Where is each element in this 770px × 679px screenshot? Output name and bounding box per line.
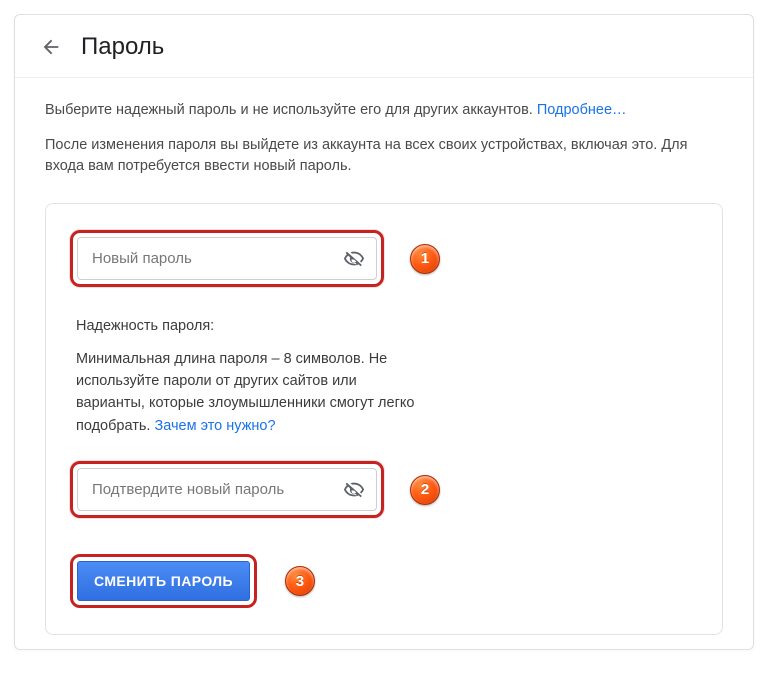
annotation-badge-2: 2 (410, 475, 440, 505)
intro-line-2: После изменения пароля вы выйдете из акк… (45, 135, 723, 177)
password-form: 1 Надежность пароля: Минимальная длина п… (45, 203, 723, 635)
learn-more-link[interactable]: Подробнее… (537, 102, 627, 118)
password-strength: Надежность пароля: Минимальная длина пар… (76, 315, 416, 437)
back-arrow-icon[interactable] (39, 35, 63, 59)
body: Выберите надежный пароль и не используйт… (15, 78, 753, 653)
confirm-password-input[interactable] (77, 468, 377, 511)
confirm-password-field-highlight (70, 461, 384, 518)
annotation-badge-3: 3 (285, 566, 315, 596)
strength-label: Надежность пароля: (76, 315, 416, 337)
new-password-field-highlight (70, 230, 384, 287)
intro-line-1: Выберите надежный пароль и не используйт… (45, 102, 537, 118)
eye-off-icon[interactable] (341, 246, 367, 272)
annotation-badge-1: 1 (410, 244, 440, 274)
submit-button-highlight: Сменить пароль (70, 554, 257, 608)
header: Пароль (15, 15, 753, 78)
intro-text: Выберите надежный пароль и не используйт… (45, 100, 723, 177)
change-password-button[interactable]: Сменить пароль (77, 561, 250, 601)
password-card: Пароль Выберите надежный пароль и не исп… (14, 14, 754, 650)
page-title: Пароль (81, 33, 164, 61)
eye-off-icon[interactable] (341, 477, 367, 503)
why-link[interactable]: Зачем это нужно? (155, 418, 276, 434)
new-password-input[interactable] (77, 237, 377, 280)
